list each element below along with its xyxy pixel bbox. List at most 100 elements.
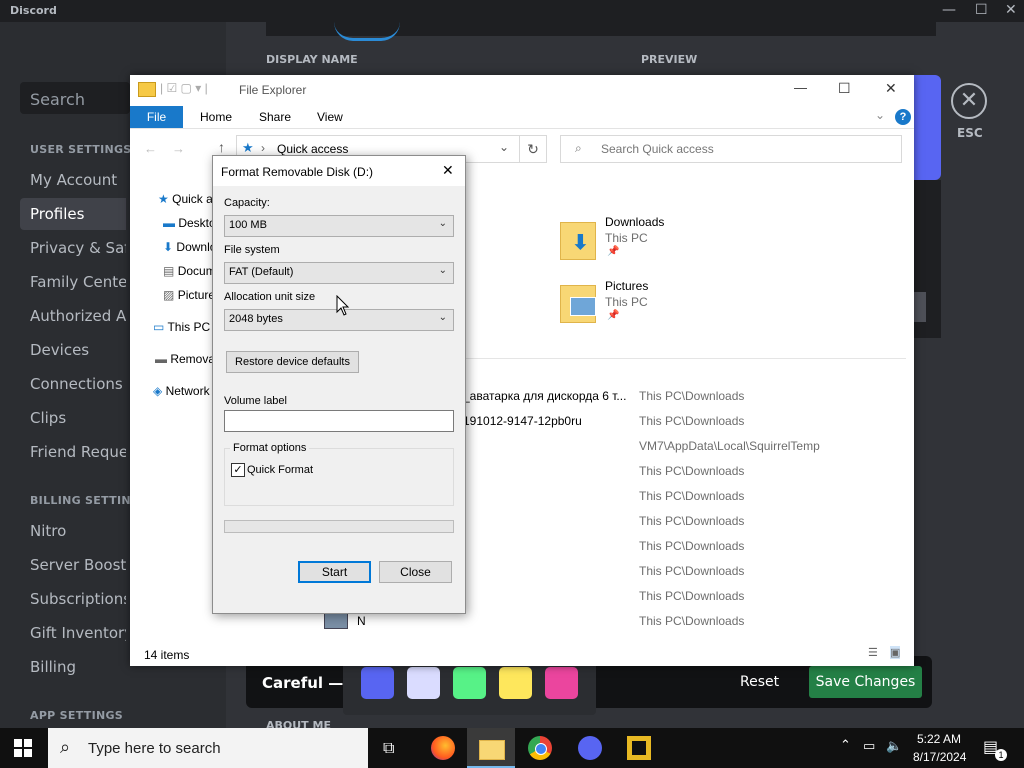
up-icon[interactable]: ↑ bbox=[218, 139, 225, 155]
close-button[interactable]: ✕ bbox=[885, 80, 897, 97]
nav-quick-access[interactable]: ★ Quick access bbox=[158, 192, 212, 206]
ribbon: File Home Share View ⌄ ? bbox=[130, 106, 914, 129]
nav-desktop[interactable]: ▬ Desktop bbox=[163, 216, 212, 230]
search-placeholder: Search Quick access bbox=[601, 142, 714, 156]
recent-file-name[interactable]: N bbox=[357, 614, 366, 628]
format-dialog: Format Removable Disk (D:) ✕ Capacity: 1… bbox=[212, 155, 466, 614]
sidebar-item-gift-inventory[interactable]: Gift Inventory bbox=[20, 617, 126, 649]
swatch-pink[interactable] bbox=[545, 667, 578, 699]
nav-pictures[interactable]: ▨ Pictures bbox=[163, 288, 212, 302]
app-icon[interactable] bbox=[627, 736, 651, 760]
section-divider bbox=[430, 358, 906, 359]
tab-share[interactable]: Share bbox=[259, 110, 291, 124]
swatch-green[interactable] bbox=[453, 667, 486, 699]
allocation-label: Allocation unit size bbox=[224, 291, 316, 303]
back-icon[interactable]: ← bbox=[144, 141, 157, 156]
sidebar-item-server-boost[interactable]: Server Boost bbox=[20, 549, 126, 581]
firefox-icon[interactable] bbox=[431, 736, 455, 760]
sidebar-item-billing[interactable]: Billing bbox=[20, 651, 126, 683]
folder-downloads-name[interactable]: Downloads bbox=[605, 215, 664, 229]
sidebar-item-profiles[interactable]: Profiles bbox=[20, 198, 126, 230]
quick-format-checkbox[interactable]: ✓ bbox=[231, 463, 245, 477]
swatch-yellow[interactable] bbox=[499, 667, 532, 699]
nav-downloads[interactable]: ⬇ Downloads bbox=[163, 240, 212, 254]
swatch-blurple[interactable] bbox=[361, 667, 394, 699]
start-button[interactable]: Start bbox=[298, 561, 371, 583]
taskbar-search-input[interactable]: ⌕ Type here to search bbox=[48, 728, 368, 768]
task-view-icon[interactable]: ⧉ bbox=[383, 738, 394, 758]
sidebar-item-family-center[interactable]: Family Center bbox=[20, 266, 126, 298]
restore-defaults-button[interactable]: Restore device defaults bbox=[226, 351, 359, 373]
large-icons-view-icon[interactable]: ▣ bbox=[890, 646, 901, 659]
capacity-select[interactable]: 100 MB ⌄ bbox=[224, 215, 454, 237]
clock-time[interactable]: 5:22 AM bbox=[917, 732, 961, 746]
details-view-icon[interactable]: ☰ bbox=[868, 646, 878, 659]
sidebar-item-nitro[interactable]: Nitro bbox=[20, 515, 126, 547]
nav-removable-disk[interactable]: ▬ Removable Disk (D:) bbox=[155, 352, 212, 366]
settings-search-input[interactable]: Search bbox=[20, 82, 130, 114]
folder-icon bbox=[138, 82, 156, 97]
tab-file[interactable]: File bbox=[130, 106, 183, 128]
sidebar-item-clips[interactable]: Clips bbox=[20, 402, 126, 434]
sidebar-item-devices[interactable]: Devices bbox=[20, 334, 126, 366]
discord-icon[interactable] bbox=[578, 736, 602, 760]
expand-ribbon-icon[interactable]: ⌄ bbox=[875, 108, 885, 122]
speaker-muted-icon[interactable]: 🔈 bbox=[886, 739, 902, 754]
close-settings-button[interactable]: ✕ bbox=[951, 83, 987, 119]
minimize-button[interactable]: — bbox=[794, 80, 807, 95]
recent-file-path: This PC\Downloads bbox=[639, 464, 745, 478]
tab-home[interactable]: Home bbox=[200, 110, 232, 124]
file-explorer-icon[interactable] bbox=[479, 740, 505, 760]
chevron-down-icon: ⌄ bbox=[438, 312, 447, 323]
format-options-label: Format options bbox=[230, 442, 310, 454]
recent-file-name[interactable]: 191012-9147-12pb0ru bbox=[463, 414, 582, 428]
minimize-button[interactable]: — bbox=[942, 2, 956, 18]
sidebar-item-my-account[interactable]: My Account bbox=[20, 164, 126, 196]
avatar-ring bbox=[334, 22, 400, 41]
sidebar-item-connections[interactable]: Connections bbox=[20, 368, 126, 400]
forward-icon[interactable]: → bbox=[172, 141, 185, 156]
nav-this-pc[interactable]: ▭ This PC bbox=[153, 320, 212, 334]
windows-start-icon[interactable] bbox=[14, 739, 32, 761]
swatch-lavender[interactable] bbox=[407, 667, 440, 699]
chrome-icon[interactable] bbox=[528, 736, 552, 760]
file-thumbnail-icon[interactable] bbox=[324, 612, 348, 629]
quick-access-toolbar[interactable]: | ☑ ▢ ▾ | bbox=[160, 81, 208, 95]
close-icon[interactable]: ✕ bbox=[442, 162, 454, 179]
close-button[interactable]: ✕ bbox=[1005, 2, 1017, 18]
close-button[interactable]: Close bbox=[379, 561, 452, 583]
recent-file-name[interactable]: _аватарка для дискорда 6 т... bbox=[463, 389, 626, 403]
folder-pictures-name[interactable]: Pictures bbox=[605, 279, 648, 293]
chevron-up-icon[interactable]: ⌃ bbox=[840, 738, 851, 753]
sidebar-item-authorized-apps[interactable]: Authorized Apps bbox=[20, 300, 126, 332]
filesystem-label: File system bbox=[224, 244, 280, 256]
recent-file-path: This PC\Downloads bbox=[639, 614, 745, 628]
filesystem-select[interactable]: FAT (Default) ⌄ bbox=[224, 262, 454, 284]
section-app-settings: APP SETTINGS bbox=[30, 709, 124, 722]
sidebar-item-privacy-safety[interactable]: Privacy & Safety bbox=[20, 232, 126, 264]
pin-icon: 📌 bbox=[607, 246, 620, 257]
capacity-label: Capacity: bbox=[224, 197, 270, 209]
refresh-button[interactable]: ↻ bbox=[519, 135, 547, 163]
nav-documents[interactable]: ▤ Documents bbox=[163, 264, 212, 278]
clock-date[interactable]: 8/17/2024 bbox=[913, 750, 966, 764]
address-dropdown-icon[interactable]: ⌄ bbox=[499, 140, 509, 154]
sidebar-item-subscriptions[interactable]: Subscriptions bbox=[20, 583, 126, 615]
sidebar-item-friend-requests[interactable]: Friend Requests bbox=[20, 436, 126, 468]
downloads-folder-icon[interactable]: ⬇ bbox=[560, 218, 596, 260]
volume-label-input[interactable] bbox=[224, 410, 454, 432]
tab-view[interactable]: View bbox=[317, 110, 343, 124]
pictures-folder-icon[interactable] bbox=[560, 281, 596, 323]
nav-network[interactable]: ◈ Network bbox=[153, 384, 212, 398]
app-name: Discord bbox=[10, 4, 57, 17]
breadcrumb-chevron-icon: › bbox=[261, 141, 265, 155]
search-input[interactable]: ⌕ Search Quick access bbox=[560, 135, 902, 163]
network-icon[interactable]: ▭ bbox=[863, 739, 875, 754]
recent-file-path: This PC\Downloads bbox=[639, 589, 745, 603]
maximize-button[interactable]: ☐ bbox=[838, 80, 851, 97]
recent-file-path: This PC\Downloads bbox=[639, 414, 745, 428]
save-changes-button[interactable]: Save Changes bbox=[809, 666, 922, 698]
help-icon[interactable]: ? bbox=[895, 109, 911, 125]
maximize-button[interactable]: ☐ bbox=[975, 2, 988, 18]
reset-button[interactable]: Reset bbox=[740, 674, 779, 690]
